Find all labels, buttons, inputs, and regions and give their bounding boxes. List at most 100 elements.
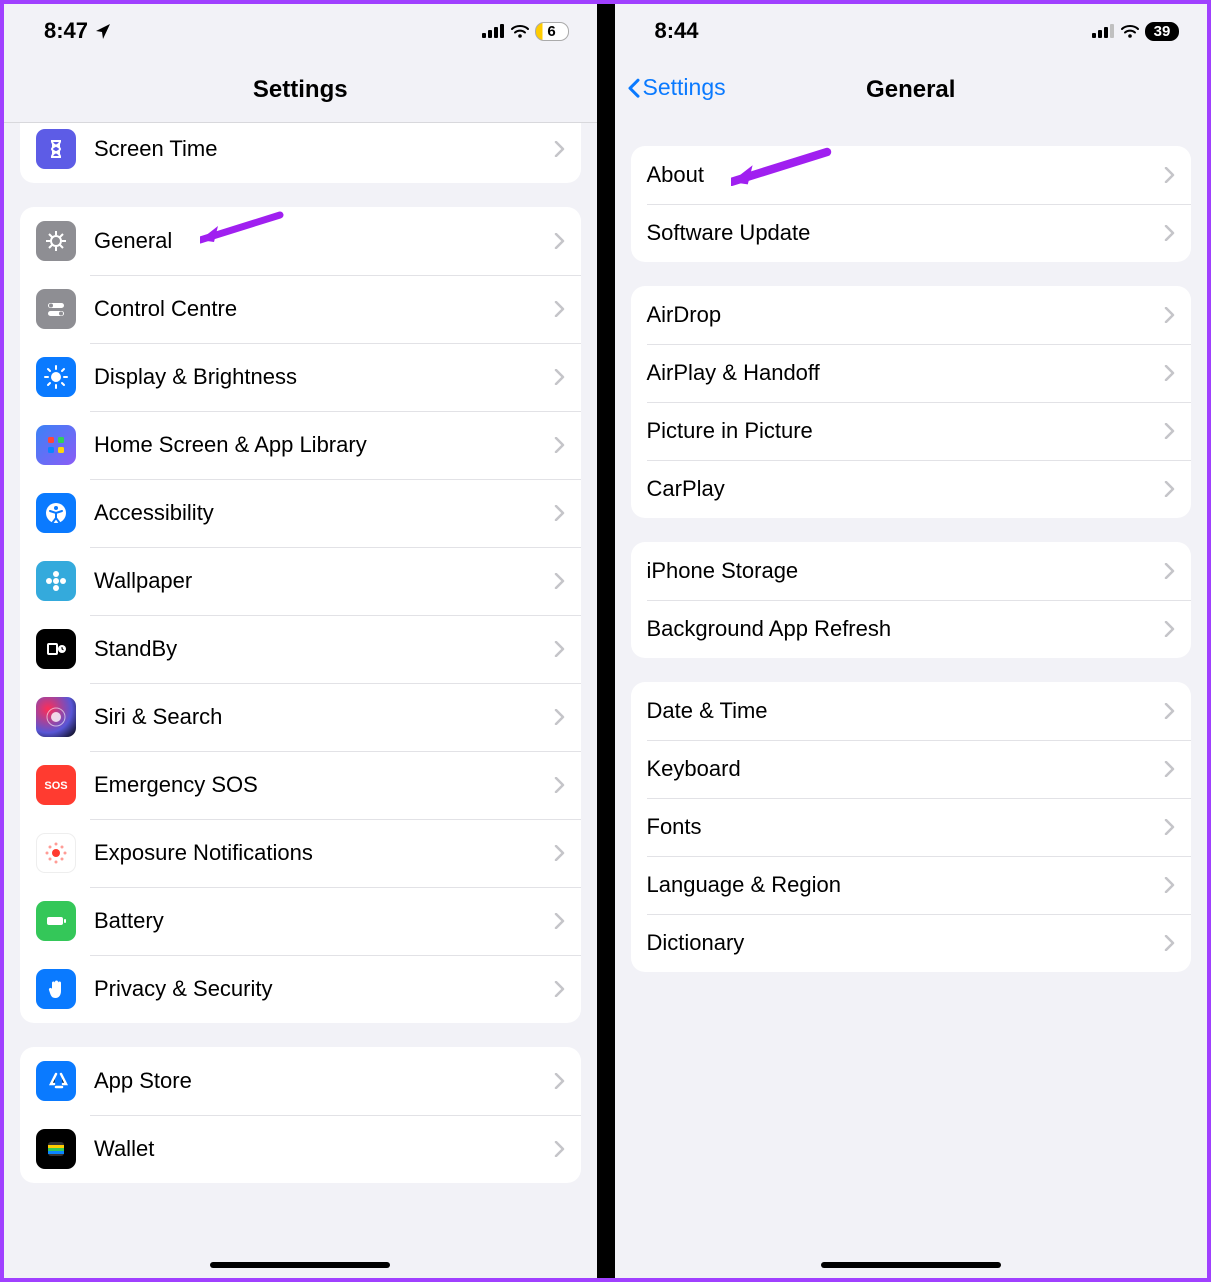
chevron-right-icon [1164, 621, 1175, 637]
row-exposure[interactable]: Exposure Notifications [20, 819, 581, 887]
chevron-right-icon [554, 141, 565, 157]
back-label: Settings [643, 74, 726, 101]
home-indicator[interactable] [210, 1262, 390, 1268]
row-general[interactable]: General [20, 207, 581, 275]
chevron-right-icon [554, 777, 565, 793]
row-siri[interactable]: Siri & Search [20, 683, 581, 751]
chevron-right-icon [554, 641, 565, 657]
row-home-screen[interactable]: Home Screen & App Library [20, 411, 581, 479]
row-label: Accessibility [94, 500, 554, 526]
row-label: Wallpaper [94, 568, 554, 594]
row-storage[interactable]: iPhone Storage [631, 542, 1192, 600]
row-label: Home Screen & App Library [94, 432, 554, 458]
sos-icon [36, 765, 76, 805]
row-appstore[interactable]: App Store [20, 1047, 581, 1115]
chevron-right-icon [1164, 819, 1175, 835]
row-control-centre[interactable]: Control Centre [20, 275, 581, 343]
cellular-icon [1092, 18, 1115, 44]
toggles-icon [36, 289, 76, 329]
chevron-right-icon [554, 505, 565, 521]
row-label: Picture in Picture [647, 418, 1165, 444]
row-label: iPhone Storage [647, 558, 1165, 584]
row-keyboard[interactable]: Keyboard [631, 740, 1192, 798]
row-carplay[interactable]: CarPlay [631, 460, 1192, 518]
back-button[interactable]: Settings [627, 74, 726, 101]
chevron-right-icon [1164, 481, 1175, 497]
row-about[interactable]: About [631, 146, 1192, 204]
row-label: Display & Brightness [94, 364, 554, 390]
home-indicator[interactable] [821, 1262, 1001, 1268]
row-label: Exposure Notifications [94, 840, 554, 866]
row-label: Language & Region [647, 872, 1165, 898]
hourglass-icon [36, 129, 76, 169]
row-battery[interactable]: Battery [20, 887, 581, 955]
row-label: Keyboard [647, 756, 1165, 782]
row-label: Siri & Search [94, 704, 554, 730]
chevron-right-icon [1164, 761, 1175, 777]
row-label: AirDrop [647, 302, 1165, 328]
chevron-right-icon [554, 233, 565, 249]
page-title: General [866, 76, 955, 104]
general-list[interactable]: About Software Update AirDrop AirPlay & Han… [615, 122, 1208, 1278]
row-screentime[interactable]: Screen Time [20, 123, 581, 183]
chevron-right-icon [1164, 563, 1175, 579]
hand-icon [36, 969, 76, 1009]
status-bar: 8:47 6 [4, 4, 597, 48]
row-bg-refresh[interactable]: Background App Refresh [631, 600, 1192, 658]
row-label: Fonts [647, 814, 1165, 840]
general-screen: 8:44 39 Settings General AboutSoftware U… [615, 4, 1208, 1278]
chevron-right-icon [554, 437, 565, 453]
wallet-icon [36, 1129, 76, 1169]
row-label: StandBy [94, 636, 554, 662]
chevron-right-icon [554, 709, 565, 725]
row-label: App Store [94, 1068, 554, 1094]
row-display[interactable]: Display & Brightness [20, 343, 581, 411]
row-label: Wallet [94, 1136, 554, 1162]
flower-icon [36, 561, 76, 601]
location-icon [94, 23, 111, 40]
row-date-time[interactable]: Date & Time [631, 682, 1192, 740]
row-label: Emergency SOS [94, 772, 554, 798]
grid-icon [36, 425, 76, 465]
row-wallpaper[interactable]: Wallpaper [20, 547, 581, 615]
siri-icon [36, 697, 76, 737]
row-airdrop[interactable]: AirDrop [631, 286, 1192, 344]
row-dictionary[interactable]: Dictionary [631, 914, 1192, 972]
row-language[interactable]: Language & Region [631, 856, 1192, 914]
settings-screen: 8:47 6 Settings Screen Time General Contr… [4, 4, 597, 1278]
row-label: About [647, 162, 1165, 188]
row-pip[interactable]: Picture in Picture [631, 402, 1192, 460]
row-label: Screen Time [94, 136, 554, 162]
row-label: Dictionary [647, 930, 1165, 956]
accessibility-icon [36, 493, 76, 533]
battery-indicator: 39 [1145, 22, 1179, 41]
chevron-right-icon [1164, 423, 1175, 439]
chevron-right-icon [1164, 365, 1175, 381]
sun-icon [36, 357, 76, 397]
row-label: Privacy & Security [94, 976, 554, 1002]
cellular-icon [482, 18, 505, 44]
nav-header: Settings [4, 48, 597, 123]
row-software-update[interactable]: Software Update [631, 204, 1192, 262]
battery-icon [36, 901, 76, 941]
settings-list[interactable]: Screen Time General Control Centre Display… [4, 123, 597, 1278]
nav-header: Settings General [615, 48, 1208, 122]
chevron-right-icon [554, 1141, 565, 1157]
page-title: Settings [253, 76, 348, 104]
appstore-icon [36, 1061, 76, 1101]
row-wallet[interactable]: Wallet [20, 1115, 581, 1183]
chevron-right-icon [554, 981, 565, 997]
row-label: General [94, 228, 554, 254]
wifi-icon [1121, 18, 1139, 44]
row-standby[interactable]: StandBy [20, 615, 581, 683]
row-sos[interactable]: Emergency SOS [20, 751, 581, 819]
row-airplay[interactable]: AirPlay & Handoff [631, 344, 1192, 402]
chevron-right-icon [554, 301, 565, 317]
row-label: Battery [94, 908, 554, 934]
row-accessibility[interactable]: Accessibility [20, 479, 581, 547]
row-privacy[interactable]: Privacy & Security [20, 955, 581, 1023]
row-label: Background App Refresh [647, 616, 1165, 642]
row-label: Control Centre [94, 296, 554, 322]
row-fonts[interactable]: Fonts [631, 798, 1192, 856]
status-time: 8:47 [44, 18, 88, 44]
